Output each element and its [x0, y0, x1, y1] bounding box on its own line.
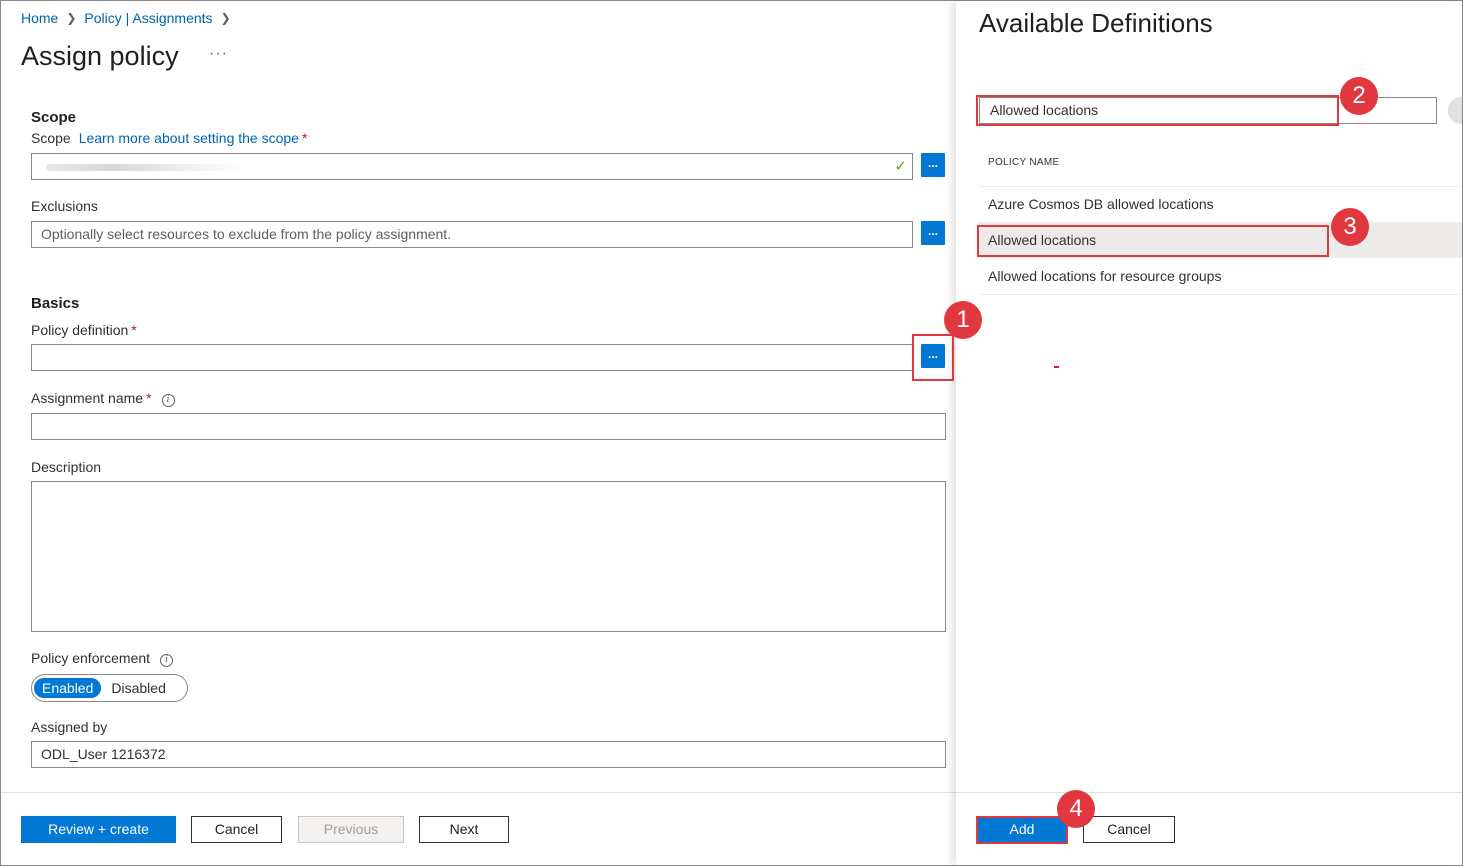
assigned-by-label: Assigned by — [31, 719, 108, 735]
annotation-badge-1: 1 — [944, 301, 982, 339]
exclusions-placeholder: Optionally select resources to exclude f… — [41, 226, 452, 242]
list-divider — [978, 294, 1462, 295]
panel-footer-divider — [956, 792, 1462, 793]
required-asterisk: * — [131, 322, 137, 338]
breadcrumb-home-link[interactable]: Home — [21, 10, 58, 26]
policy-enforcement-label-text: Policy enforcement — [31, 650, 151, 666]
annotation-badge-2: 2 — [1340, 77, 1378, 115]
info-icon[interactable]: i — [161, 394, 175, 407]
exclusions-field[interactable]: Optionally select resources to exclude f… — [31, 221, 913, 248]
next-button[interactable]: Next — [419, 816, 509, 843]
enforcement-disabled-option[interactable]: Disabled — [101, 680, 175, 696]
annotation-badge-3: 3 — [1331, 208, 1369, 246]
policy-enforcement-toggle[interactable]: Enabled Disabled — [31, 674, 188, 702]
footer-divider — [1, 792, 956, 793]
assignment-name-label-text: Assignment name — [31, 390, 144, 406]
previous-button[interactable]: Previous — [298, 816, 404, 843]
page-title: Assign policy — [21, 41, 179, 71]
column-header-policy-name: POLICY NAME — [988, 157, 1060, 168]
exclusions-browse-button[interactable]: ... — [921, 221, 945, 245]
description-label: Description — [31, 459, 102, 475]
required-asterisk: * — [301, 130, 308, 146]
scope-browse-button[interactable]: ... — [921, 153, 945, 177]
exclusions-label: Exclusions — [31, 198, 98, 214]
policy-definition-label: Policy definition * — [31, 322, 137, 338]
description-textarea[interactable] — [31, 481, 946, 632]
scope-heading: Scope — [31, 109, 77, 126]
annotation-highlight-4 — [976, 816, 1068, 844]
scope-label-text: Scope — [31, 130, 71, 146]
scope-field[interactable]: ✓ — [31, 153, 913, 180]
available-definitions-panel: Available Definitions Allowed locations … — [956, 1, 1462, 865]
redacted-scope-value — [46, 164, 246, 171]
assigned-by-value: ODL_User 1216372 — [41, 746, 166, 762]
red-mark — [1054, 366, 1059, 368]
definition-row[interactable]: Allowed locations for resource groups — [978, 258, 1462, 294]
breadcrumb: Home ❯ Policy | Assignments ❯ — [21, 10, 239, 26]
annotation-highlight-3 — [977, 225, 1329, 257]
scope-label: Scope Learn more about setting the scope * — [31, 130, 307, 146]
policy-definition-label-text: Policy definition — [31, 322, 129, 338]
search-scope-pill[interactable] — [1448, 97, 1462, 124]
enforcement-enabled-option[interactable]: Enabled — [34, 678, 102, 698]
assigned-by-field[interactable]: ODL_User 1216372 — [31, 741, 946, 768]
checkmark-icon: ✓ — [894, 158, 907, 175]
assignment-name-label: Assignment name * i — [31, 390, 175, 407]
assign-policy-blade: Home ❯ Policy | Assignments ❯ Assign pol… — [1, 1, 956, 865]
basics-heading: Basics — [31, 295, 80, 312]
review-create-button[interactable]: Review + create — [21, 816, 176, 843]
scope-learn-more-link[interactable]: Learn more about setting the scope — [79, 130, 299, 146]
cancel-button[interactable]: Cancel — [191, 816, 282, 843]
more-options-icon[interactable]: ··· — [209, 45, 228, 63]
chevron-right-icon: ❯ — [220, 11, 231, 25]
policy-enforcement-label: Policy enforcement i — [31, 650, 174, 667]
info-icon[interactable]: i — [160, 654, 174, 667]
annotation-highlight-2 — [976, 95, 1339, 126]
assignment-name-field[interactable] — [31, 413, 946, 440]
required-asterisk: * — [146, 390, 152, 406]
policy-definition-field[interactable] — [31, 344, 913, 371]
annotation-badge-4: 4 — [1057, 790, 1095, 828]
definition-row[interactable]: Azure Cosmos DB allowed locations — [978, 186, 1462, 222]
breadcrumb-policy-link[interactable]: Policy | Assignments — [84, 10, 212, 26]
panel-title: Available Definitions — [979, 8, 1213, 38]
annotation-highlight-1 — [912, 334, 954, 381]
panel-cancel-button[interactable]: Cancel — [1083, 816, 1175, 843]
chevron-right-icon: ❯ — [66, 11, 77, 25]
